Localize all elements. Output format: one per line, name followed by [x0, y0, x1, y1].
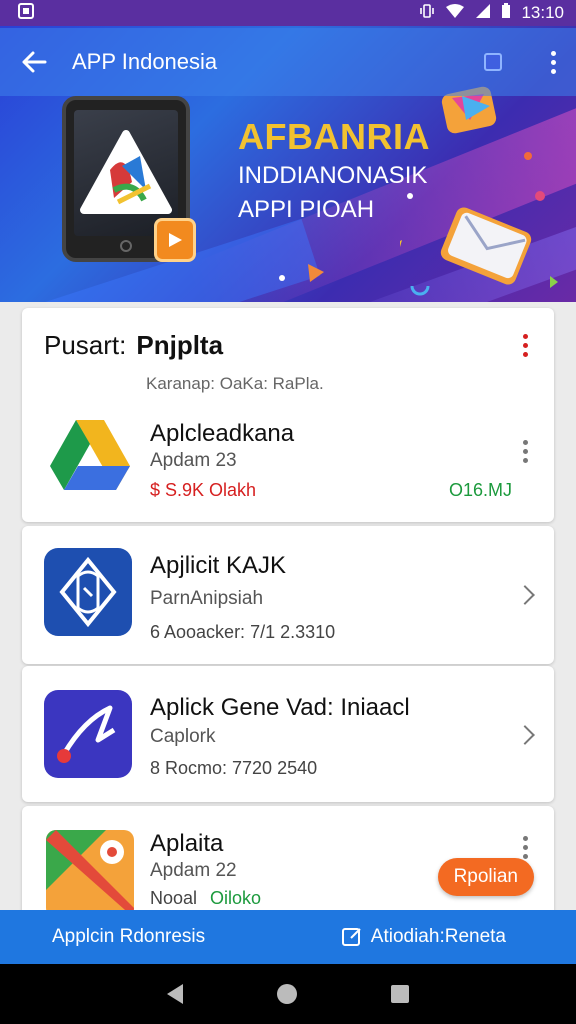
more-options-button[interactable]	[546, 50, 560, 74]
back-button[interactable]	[16, 44, 52, 80]
vibrate-icon	[419, 3, 435, 24]
nav-recents-icon[interactable]	[391, 985, 409, 1003]
screen: 13:10 APP Indonesia AFBANRIA INDDIANONAS…	[0, 0, 576, 1024]
app-subtitle: Apdam 23	[150, 450, 237, 471]
app-title: APP Indonesia	[72, 49, 218, 74]
app-subtitle: ParnAnipsiah	[150, 588, 264, 609]
status-time: 13:10	[521, 3, 564, 22]
list-item[interactable]: Aplick Gene Vad: Iniaacl Caplork 8 Rocmo…	[22, 666, 554, 802]
hero-subheadline: INDDIANONASIK	[238, 162, 428, 189]
kajk-app-icon[interactable]	[44, 548, 132, 636]
chevron-right-icon[interactable]	[515, 725, 535, 745]
featured-card: Pusart: Pnjplta Karanap: OaKa: RaPla. Apl…	[22, 308, 554, 522]
app-title[interactable]: Aplick Gene Vad: Iniaacl	[150, 694, 410, 722]
item-more-button[interactable]	[523, 440, 528, 463]
bottom-bar-right-link[interactable]: Atiodiah:Reneta	[341, 926, 506, 948]
signal-icon	[475, 3, 491, 24]
drive-app-icon[interactable]	[46, 410, 134, 498]
app-title[interactable]: Aplcleadkana	[150, 420, 294, 448]
install-button[interactable]: Rpolian	[437, 858, 534, 896]
app-subtitle: Caplork	[150, 726, 216, 747]
nav-back-icon[interactable]	[167, 984, 183, 1004]
window-button[interactable]	[484, 53, 502, 71]
hero-tagline: APPI PIOAH	[238, 196, 375, 223]
status-bar: 13:10	[0, 0, 576, 26]
battery-icon	[501, 2, 511, 24]
app-title[interactable]: Apjlicit KAJK	[150, 552, 286, 580]
list-item[interactable]: Apjlicit KAJK ParnAnipsiah 6 Aooacker: 7…	[22, 526, 554, 664]
app-price: $ S.9K Olakh	[150, 480, 257, 500]
section-subtitle: Karanap: OaKa: RaPla.	[146, 374, 324, 393]
gene-app-icon[interactable]	[44, 690, 132, 778]
section-label: Pusart:	[44, 330, 127, 360]
nav-home-icon[interactable]	[277, 984, 297, 1004]
section-name: Pnjplta	[136, 330, 224, 360]
app-meta-left: Nooal	[150, 888, 198, 908]
notification-icon	[18, 2, 34, 24]
app-size: O16.MJ	[448, 480, 512, 500]
app-bar: APP Indonesia	[0, 28, 576, 96]
arrow-left-icon	[22, 51, 47, 73]
section-more-button[interactable]	[523, 334, 528, 357]
play-badge-icon	[154, 218, 196, 262]
app-meta: Nooal Oiloko	[150, 888, 261, 909]
bottom-bar-left-link[interactable]: Applcin Rdonresis	[52, 926, 205, 948]
app-title[interactable]: Aplaita	[150, 830, 223, 858]
app-meta-right: Oiloko	[210, 888, 262, 908]
status-icons: 13:10	[419, 2, 564, 24]
section-title: Pusart: Pnjplta	[44, 330, 223, 361]
item-more-button[interactable]	[523, 836, 528, 859]
app-meta: 6 Aooacker: 7/1 2.3310	[150, 622, 336, 642]
hero-headline: AFBANRIA	[238, 116, 430, 157]
maps-app-icon[interactable]	[46, 830, 134, 918]
app-subtitle: Apdam 22	[150, 860, 237, 881]
decor-shapes	[279, 264, 324, 282]
bottom-bar: Applcin Rdonresis Atiodiah:Reneta	[0, 910, 576, 964]
app-meta: 8 Rocmo: 7720 2540	[150, 758, 318, 778]
edit-icon	[341, 928, 361, 946]
wifi-icon	[445, 3, 465, 24]
bottom-bar-right-label: Atiodiah:Reneta	[370, 926, 506, 947]
chevron-right-icon[interactable]	[515, 585, 535, 605]
system-nav-bar	[0, 964, 576, 1024]
